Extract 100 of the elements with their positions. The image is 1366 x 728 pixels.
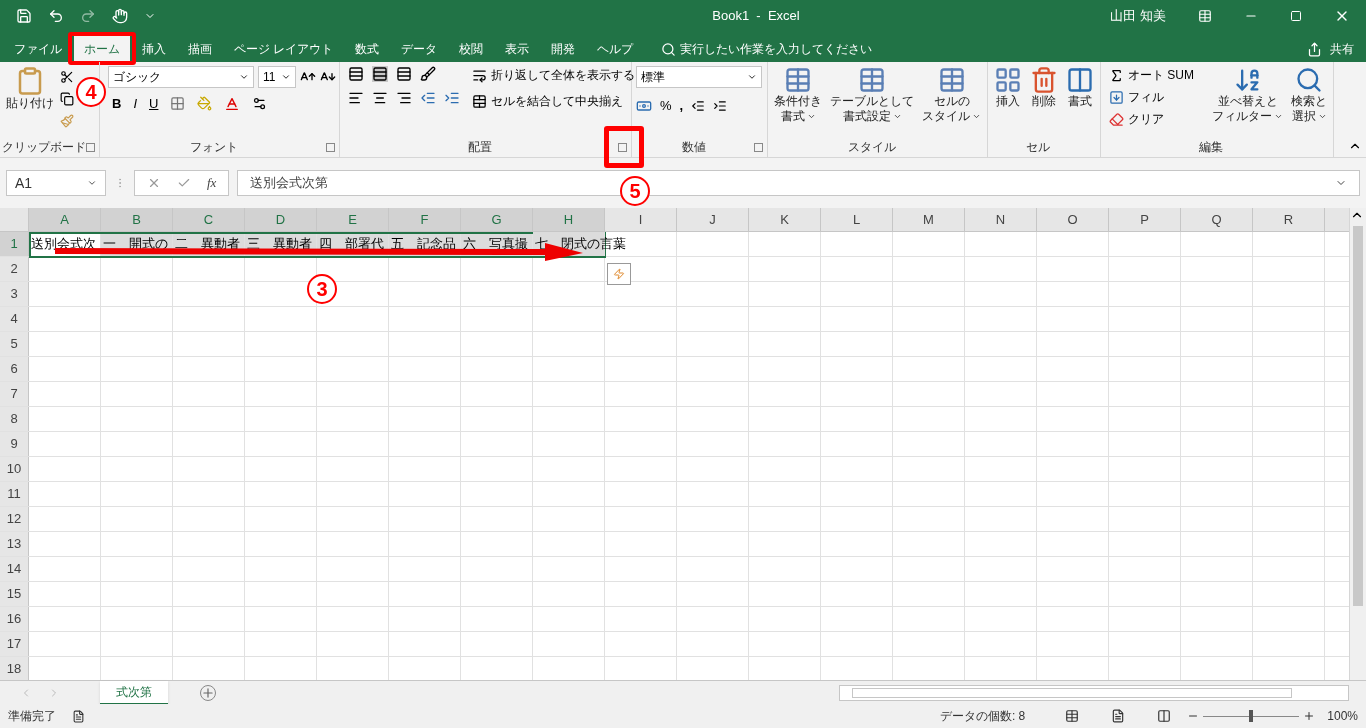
- indent-decrease-icon[interactable]: [420, 90, 436, 106]
- font-color-icon[interactable]: [224, 95, 241, 112]
- row-header[interactable]: 17: [0, 632, 29, 656]
- page-break-view-icon[interactable]: [1157, 709, 1172, 723]
- number-format-field[interactable]: 標準: [636, 66, 762, 88]
- ribbon-button[interactable]: 削除: [1028, 66, 1060, 109]
- horizontal-scrollbar[interactable]: [839, 684, 1349, 701]
- row-header[interactable]: 12: [0, 507, 29, 531]
- macro-record-icon[interactable]: [72, 709, 85, 723]
- column-header[interactable]: J: [677, 208, 749, 231]
- row-header[interactable]: 8: [0, 407, 29, 431]
- ribbon-button[interactable]: 挿入: [992, 66, 1024, 109]
- enter-icon[interactable]: [177, 176, 191, 190]
- wrap-text-button[interactable]: 折り返して全体を表示する: [472, 66, 635, 84]
- ribbon-button[interactable]: 検索と 選択: [1289, 66, 1329, 124]
- underline-button[interactable]: U: [149, 94, 159, 114]
- column-header[interactable]: G: [461, 208, 533, 231]
- column-header[interactable]: C: [173, 208, 245, 231]
- row-header[interactable]: 11: [0, 482, 29, 506]
- column-header[interactable]: M: [893, 208, 965, 231]
- ribbon-button[interactable]: セルの スタイル: [920, 66, 983, 124]
- row-header[interactable]: 2: [0, 257, 29, 281]
- row-header[interactable]: 14: [0, 557, 29, 581]
- zoom-slider[interactable]: [1203, 710, 1300, 722]
- column-header[interactable]: R: [1253, 208, 1325, 231]
- menu-tab[interactable]: 挿入: [132, 36, 176, 62]
- row-header[interactable]: 10: [0, 457, 29, 481]
- zoom-in-icon[interactable]: [1303, 710, 1316, 722]
- fill-color-icon[interactable]: [197, 96, 213, 112]
- autosum-button[interactable]: オート SUM: [1109, 66, 1194, 84]
- indent-increase-icon[interactable]: [444, 90, 460, 106]
- bold-button[interactable]: B: [112, 94, 122, 114]
- normal-view-icon[interactable]: [1065, 709, 1080, 723]
- font-name-field[interactable]: ゴシック: [108, 66, 254, 88]
- column-header[interactable]: Q: [1181, 208, 1253, 231]
- menu-tab[interactable]: 表示: [495, 36, 540, 62]
- sheet-tab[interactable]: 式次第: [100, 680, 168, 705]
- share-button[interactable]: 共有: [1299, 36, 1362, 62]
- column-header[interactable]: L: [821, 208, 893, 231]
- percent-button[interactable]: %: [660, 96, 672, 116]
- insert-function-button[interactable]: fx: [207, 173, 217, 193]
- comma-button[interactable]: ,: [679, 96, 684, 116]
- font-size-field[interactable]: 11: [258, 66, 296, 88]
- column-header[interactable]: K: [749, 208, 821, 231]
- dialog-launcher-icon[interactable]: [326, 143, 335, 152]
- menu-tab[interactable]: 描画: [178, 36, 222, 62]
- save-icon[interactable]: [16, 8, 32, 24]
- cancel-icon[interactable]: [147, 176, 161, 190]
- row-header[interactable]: 15: [0, 582, 29, 606]
- page-layout-view-icon[interactable]: [1111, 709, 1126, 723]
- row-header[interactable]: 3: [0, 282, 29, 306]
- column-header[interactable]: E: [317, 208, 389, 231]
- ribbon-button[interactable]: 貼り付け: [4, 66, 56, 111]
- column-header[interactable]: P: [1109, 208, 1181, 231]
- ribbon-button[interactable]: 書式: [1064, 66, 1096, 109]
- column-header[interactable]: B: [101, 208, 173, 231]
- border-icon[interactable]: [170, 96, 186, 112]
- touch-icon[interactable]: [112, 8, 128, 24]
- column-header[interactable]: A: [29, 208, 101, 231]
- clear-button[interactable]: クリア: [1109, 110, 1194, 128]
- vertical-scrollbar[interactable]: [1349, 208, 1366, 680]
- name-box[interactable]: A1: [6, 170, 106, 196]
- align-right-icon[interactable]: [396, 90, 412, 106]
- menu-tab[interactable]: 校閲: [449, 36, 494, 62]
- column-header[interactable]: N: [965, 208, 1037, 231]
- cut-icon[interactable]: [60, 70, 74, 84]
- ribbon-button[interactable]: 並べ替えと フィルター: [1210, 66, 1285, 124]
- column-header[interactable]: I: [605, 208, 677, 231]
- menu-tab[interactable]: ファイル: [4, 36, 72, 62]
- dialog-launcher-icon[interactable]: [86, 143, 95, 152]
- ribbon-display-icon[interactable]: [1198, 9, 1212, 23]
- quick-analysis-button[interactable]: [607, 263, 631, 285]
- row-header[interactable]: 6: [0, 357, 29, 381]
- column-header[interactable]: O: [1037, 208, 1109, 231]
- italic-button[interactable]: I: [133, 94, 137, 114]
- row-header[interactable]: 13: [0, 532, 29, 556]
- menu-tab[interactable]: ヘルプ: [587, 36, 644, 62]
- menu-tab[interactable]: データ: [391, 36, 448, 62]
- align-left-icon[interactable]: [348, 90, 364, 106]
- tell-me-field[interactable]: 実行したい作業を入力してください: [680, 40, 931, 58]
- merge-center-button[interactable]: セルを結合して中央揃え: [472, 92, 635, 110]
- column-header[interactable]: D: [245, 208, 317, 231]
- align-center-icon[interactable]: [372, 90, 388, 106]
- dialog-launcher-icon[interactable]: [754, 143, 763, 152]
- row-header[interactable]: 5: [0, 332, 29, 356]
- row-header[interactable]: 9: [0, 432, 29, 456]
- menu-tab[interactable]: ホーム: [74, 36, 130, 62]
- row-header[interactable]: 1: [0, 232, 29, 256]
- row-header[interactable]: 18: [0, 657, 29, 680]
- fill-button[interactable]: フィル: [1109, 88, 1194, 106]
- menu-tab[interactable]: ページ レイアウト: [224, 36, 344, 62]
- column-header[interactable]: H: [533, 208, 605, 231]
- ribbon-button[interactable]: テーブルとして 書式設定: [828, 66, 916, 124]
- zoom-slider-thumb[interactable]: [1249, 710, 1254, 722]
- row-header[interactable]: 4: [0, 307, 29, 331]
- dialog-launcher-icon[interactable]: [618, 143, 627, 152]
- menu-tab[interactable]: 開発: [541, 36, 586, 62]
- copy-icon[interactable]: [60, 92, 74, 106]
- restore-icon[interactable]: [1290, 10, 1302, 22]
- ribbon-button[interactable]: 条件付き 書式: [772, 66, 824, 124]
